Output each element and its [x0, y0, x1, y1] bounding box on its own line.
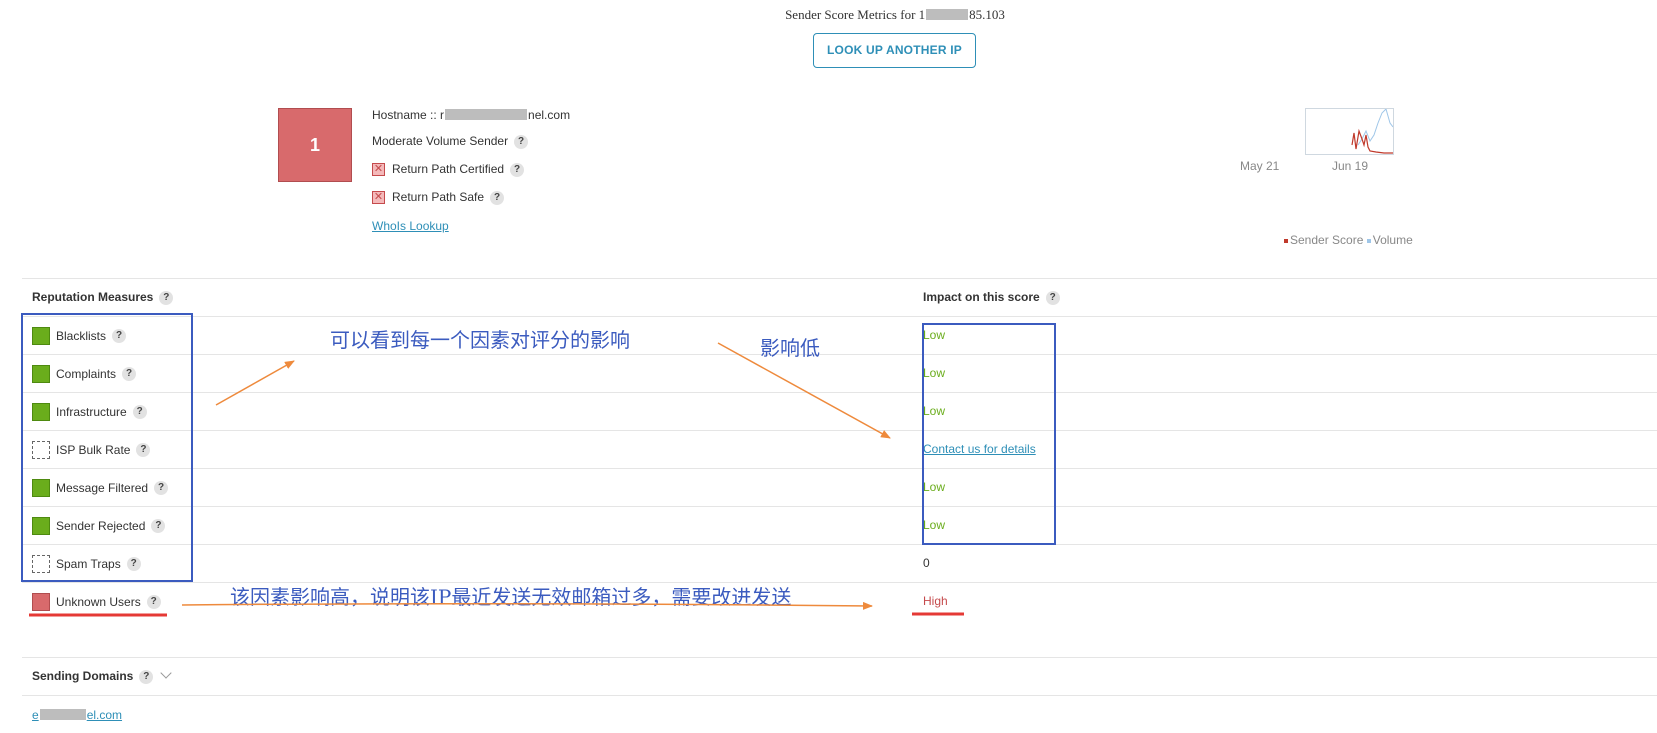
arrow-to-impact	[717, 342, 891, 439]
arrow-to-high	[181, 601, 873, 610]
annotation-overlay	[29, 342, 964, 617]
arrow-to-note	[215, 360, 295, 406]
